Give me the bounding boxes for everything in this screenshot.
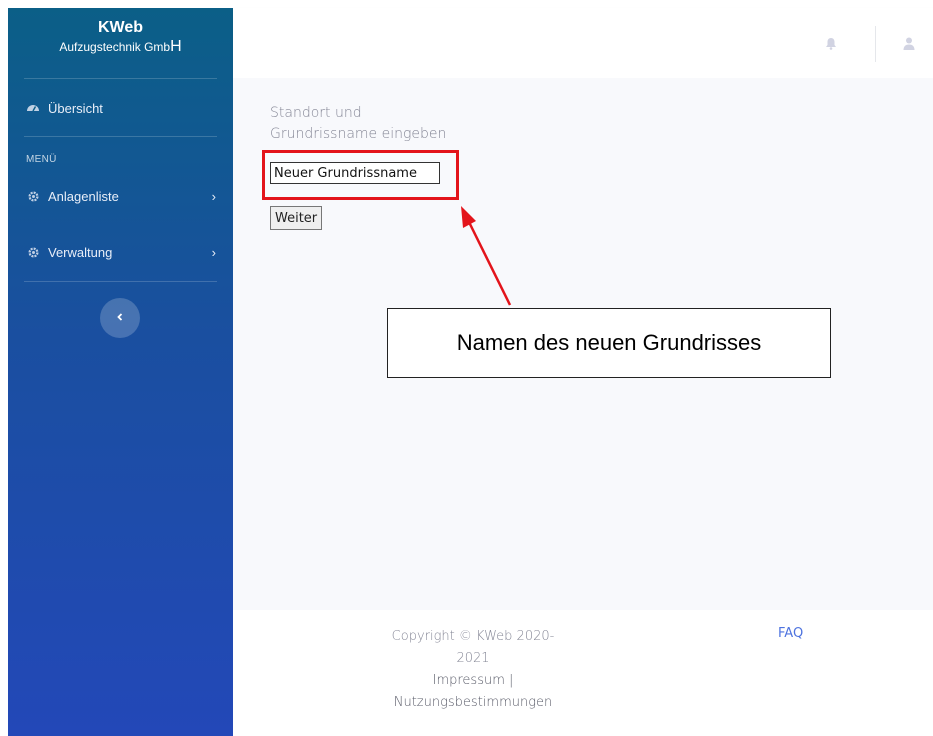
footer-links: Impressum | Nutzungsbestimmungen <box>373 670 573 714</box>
sidebar-item-anlagenliste[interactable]: Anlagenliste › <box>26 184 216 208</box>
sidebar: KWeb Aufzugstechnik GmbH Übersicht MENÜ … <box>8 8 233 736</box>
topbar-divider <box>875 26 876 62</box>
terms-link[interactable]: Nutzungsbestimmungen <box>394 695 553 710</box>
brand-subtitle: Aufzugstechnik GmbH <box>59 38 182 55</box>
brand-name: KWeb <box>97 19 144 36</box>
user-icon[interactable] <box>901 35 917 51</box>
sidebar-item-label: Übersicht <box>48 100 103 116</box>
bell-icon[interactable] <box>823 35 839 51</box>
gear-icon <box>26 245 40 259</box>
highlight-box <box>262 150 459 200</box>
sidebar-item-label: Anlagenliste <box>48 188 119 204</box>
dashboard-icon <box>26 101 40 115</box>
topbar <box>233 8 933 78</box>
sidebar-item-label: Verwaltung <box>48 244 113 260</box>
annotation-callout: Namen des neuen Grundrisses <box>387 308 831 378</box>
chevron-right-icon: › <box>211 188 216 204</box>
chevron-left-icon <box>115 309 125 327</box>
faq-link[interactable]: FAQ <box>778 626 803 641</box>
gear-icon <box>26 189 40 203</box>
brand[interactable]: KWeb Aufzugstechnik GmbH <box>8 18 233 56</box>
link-separator: | <box>504 673 514 688</box>
sidebar-item-overview[interactable]: Übersicht <box>26 96 216 120</box>
sidebar-collapse-button[interactable] <box>100 298 140 338</box>
sidebar-divider <box>24 136 217 137</box>
sidebar-section-label: MENÜ <box>26 154 57 165</box>
footer: Copyright © KWeb 2020- 2021 Impressum | … <box>233 610 933 736</box>
impressum-link[interactable]: Impressum <box>433 673 505 688</box>
sidebar-item-verwaltung[interactable]: Verwaltung › <box>26 240 216 264</box>
copyright-text: Copyright © KWeb 2020- 2021 <box>391 629 555 666</box>
chevron-right-icon: › <box>211 244 216 260</box>
sidebar-divider <box>24 281 217 282</box>
sidebar-divider <box>24 78 217 79</box>
input-prompt: Standort und Grundrissname eingeben <box>270 105 447 142</box>
weiter-button[interactable]: Weiter <box>270 206 323 230</box>
